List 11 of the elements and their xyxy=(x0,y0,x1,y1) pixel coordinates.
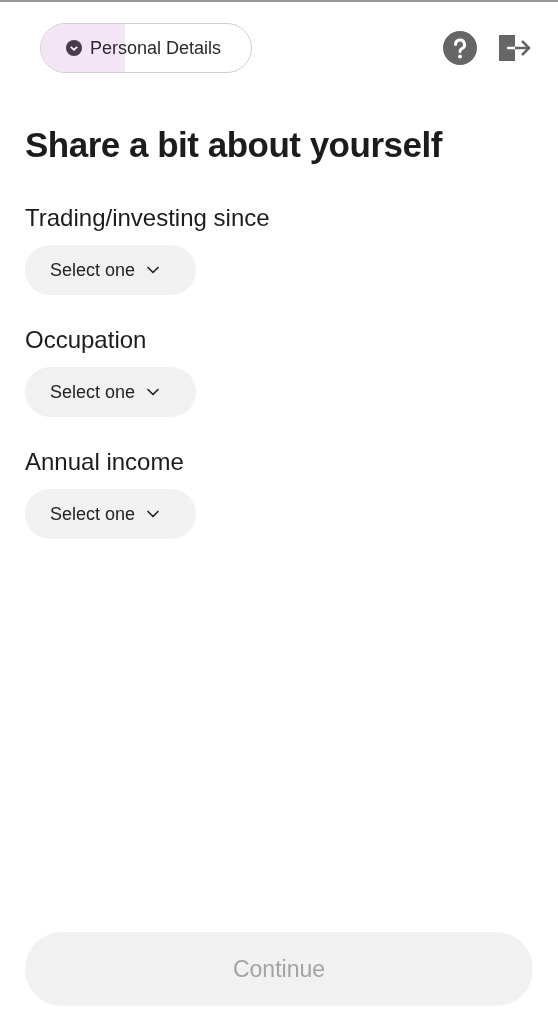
field-label: Annual income xyxy=(25,447,185,477)
select-dropdown[interactable]: Select one xyxy=(25,489,196,539)
select-dropdown[interactable]: Select one xyxy=(25,245,196,295)
field-label: Occupation xyxy=(25,325,148,355)
progress-label: Personal Details xyxy=(90,36,222,60)
check-circle-icon xyxy=(66,40,82,56)
field-label: Trading/investing since xyxy=(25,203,271,233)
page-title: Share a bit about yourself xyxy=(25,124,444,166)
select-dropdown[interactable]: Select one xyxy=(25,367,196,417)
help-icon[interactable] xyxy=(443,31,477,65)
logout-icon[interactable] xyxy=(499,35,531,61)
